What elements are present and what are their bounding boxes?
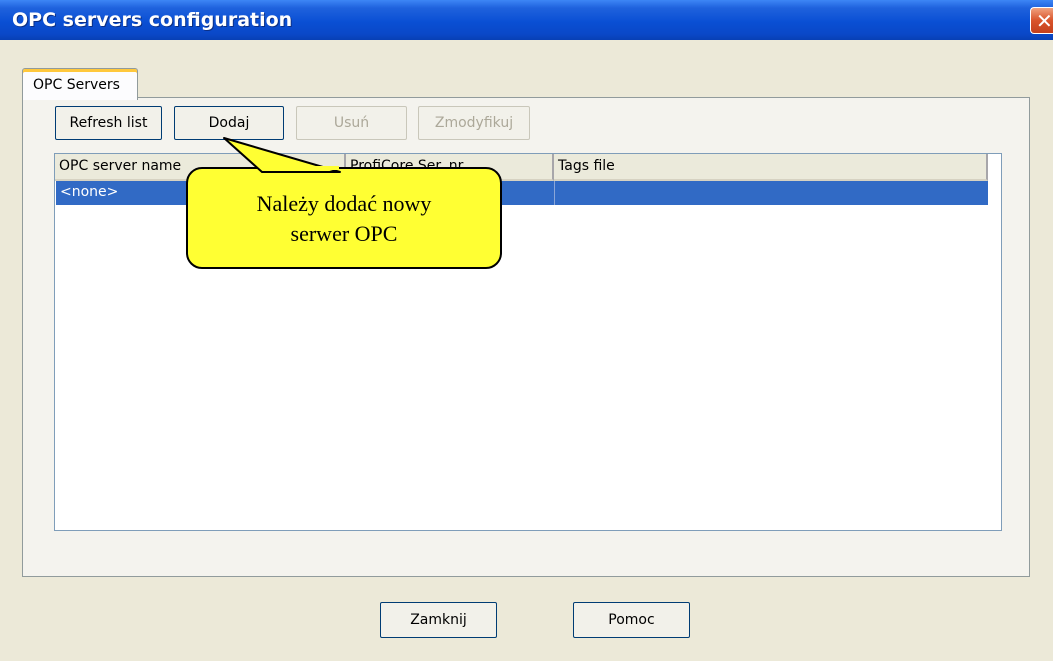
callout-pointer-join [263, 166, 339, 170]
